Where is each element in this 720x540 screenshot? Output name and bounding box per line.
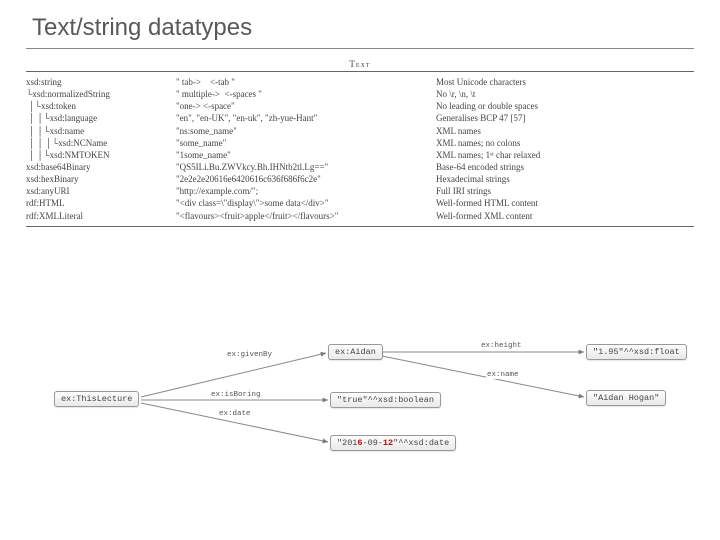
datatype-name: │ │ │└xsd:NCName — [26, 137, 176, 149]
divider — [26, 48, 694, 49]
datatype-desc: XML names; no colons — [436, 137, 694, 149]
rdf-graph: ex:ThisLecture ex:Aidan "true"^^xsd:bool… — [26, 337, 694, 477]
page-title: Text/string datatypes — [32, 14, 694, 42]
datatype-example: "1some_name" — [176, 149, 436, 161]
datatype-desc: Generalises BCP 47 [57] — [436, 112, 694, 124]
datatype-desc: Full IRI strings — [436, 185, 694, 197]
datatype-desc: XML names — [436, 125, 694, 137]
edge-isboring: ex:isBoring — [210, 391, 262, 399]
edge-name: ex:name — [486, 371, 520, 379]
node-aidan: ex:Aidan — [328, 344, 383, 360]
datatype-name: │ │└xsd:NMTOKEN — [26, 149, 176, 161]
table-row: xsd:hexBinary"2e2e2e20616e6420616c636f68… — [26, 173, 694, 185]
datatype-desc: Well-formed HTML content — [436, 197, 694, 209]
datatype-desc: No \r, \n, \t — [436, 88, 694, 100]
table-row: xsd:anyURI"http://example.com/";Full IRI… — [26, 185, 694, 197]
table-row: rdf:HTML"<div class=\"display\">some dat… — [26, 197, 694, 209]
datatype-name: rdf:XMLLiteral — [26, 210, 176, 222]
table-row: └xsd:normalizedString" multiple-> <-spac… — [26, 88, 694, 100]
datatype-name: xsd:hexBinary — [26, 173, 176, 185]
datatype-desc: Hexadecimal strings — [436, 173, 694, 185]
datatype-example: "QS5ILi.Bu.ZWVkcy.Bh.IHNtb2tl.Lg==" — [176, 161, 436, 173]
datatype-desc: Most Unicode characters — [436, 76, 694, 88]
datatype-example: "one-> <-space" — [176, 100, 436, 112]
datatype-name: xsd:base64Binary — [26, 161, 176, 173]
node-date: "2016-09-12"^^xsd:date — [330, 435, 456, 451]
datatype-name: rdf:HTML — [26, 197, 176, 209]
datatype-example: "http://example.com/"; — [176, 185, 436, 197]
table-row: │└xsd:token"one-> <-space"No leading or … — [26, 100, 694, 112]
datatype-example: "en", "en-UK", "en-uk", "zh-yue-Hant" — [176, 112, 436, 124]
edge-date: ex:date — [218, 410, 252, 418]
node-lecture: ex:ThisLecture — [54, 391, 139, 407]
datatype-desc: Well-formed XML content — [436, 210, 694, 222]
datatype-example: "some_name" — [176, 137, 436, 149]
datatype-desc: Base-64 encoded strings — [436, 161, 694, 173]
datatype-example: "ns:some_name" — [176, 125, 436, 137]
datatype-example: " tab-> <-tab " — [176, 76, 436, 88]
datatype-example: "2e2e2e20616e6420616c636f686f6c2e" — [176, 173, 436, 185]
edge-givenby: ex:givenBy — [226, 351, 273, 359]
node-height: "1.95"^^xsd:float — [586, 344, 687, 360]
edge-height: ex:height — [480, 342, 523, 350]
table-row: │ │└xsd:name"ns:some_name"XML names — [26, 125, 694, 137]
datatype-name: xsd:anyURI — [26, 185, 176, 197]
datatype-name: │ │└xsd:language — [26, 112, 176, 124]
table-row: │ │└xsd:language"en", "en-UK", "en-uk", … — [26, 112, 694, 124]
datatype-name: │ │└xsd:name — [26, 125, 176, 137]
datatype-name: └xsd:normalizedString — [26, 88, 176, 100]
table-caption: Text — [26, 59, 694, 69]
datatype-example: " multiple-> <-spaces " — [176, 88, 436, 100]
datatype-desc: XML names; 1ˢᵗ char relaxed — [436, 149, 694, 161]
node-bool: "true"^^xsd:boolean — [330, 392, 441, 408]
datatype-table: xsd:string" tab-> <-tab "Most Unicode ch… — [26, 71, 694, 227]
table-row: xsd:string" tab-> <-tab "Most Unicode ch… — [26, 76, 694, 88]
table-row: │ │ │└xsd:NCName"some_name"XML names; no… — [26, 137, 694, 149]
datatype-desc: No leading or double spaces — [436, 100, 694, 112]
datatype-example: "<flavours><fruit>apple</fruit></flavour… — [176, 210, 436, 222]
table-row: │ │└xsd:NMTOKEN"1some_name"XML names; 1ˢ… — [26, 149, 694, 161]
table-row: rdf:XMLLiteral"<flavours><fruit>apple</f… — [26, 210, 694, 222]
node-name: "Aidan Hogan" — [586, 390, 666, 406]
datatype-example: "<div class=\"display\">some data</div>" — [176, 197, 436, 209]
datatype-name: │└xsd:token — [26, 100, 176, 112]
datatype-name: xsd:string — [26, 76, 176, 88]
table-row: xsd:base64Binary"QS5ILi.Bu.ZWVkcy.Bh.IHN… — [26, 161, 694, 173]
